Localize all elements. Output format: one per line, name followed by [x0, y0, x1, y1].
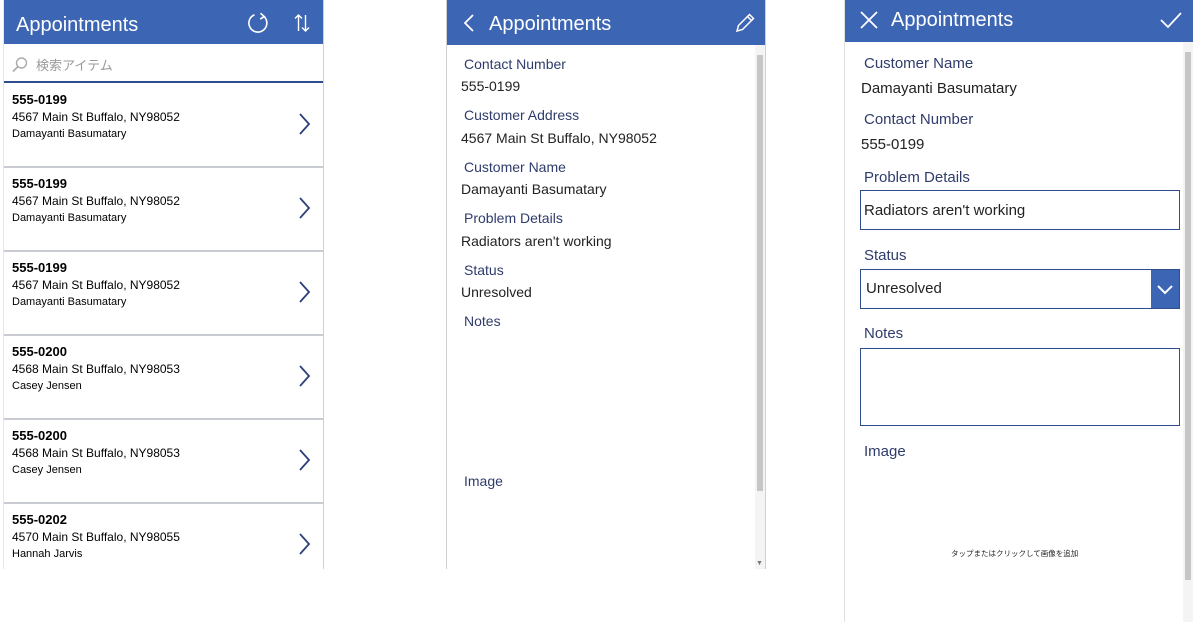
add-image-hint[interactable]: タップまたはクリックして画像を追加	[951, 548, 1078, 559]
edit-title: Appointments	[891, 9, 1014, 31]
chevron-right-icon[interactable]	[297, 112, 311, 136]
chevron-right-icon[interactable]	[297, 196, 311, 220]
chevron-down-icon	[1157, 285, 1173, 295]
notes-input[interactable]	[861, 349, 1179, 425]
chevron-right-icon[interactable]	[297, 448, 311, 472]
edit-status-label: Status	[864, 247, 907, 264]
customer-name-label: Customer Name	[464, 159, 566, 175]
detail-header: Appointments	[447, 0, 765, 45]
contact-number-value: 555-0199	[461, 78, 521, 94]
problem-details-field	[860, 190, 1180, 230]
browse-title: Appointments	[16, 14, 139, 36]
problem-details-label: Problem Details	[464, 210, 563, 226]
list-item[interactable]: 555-0199 4567 Main St Buffalo, NY98052 Dam…	[4, 168, 323, 252]
contact-number-label: Contact Number	[464, 56, 566, 72]
notes-field	[860, 348, 1180, 426]
item-customer-name: Casey Jensen	[12, 464, 82, 476]
customer-name-value: Damayanti Basumatary	[461, 181, 607, 197]
edit-scrollbar[interactable]	[1183, 42, 1193, 622]
detail-scrollbar[interactable]: ▼	[755, 45, 765, 569]
search-input[interactable]	[36, 55, 316, 77]
problem-details-value: Radiators aren't working	[461, 233, 612, 249]
list-item[interactable]: 555-0199 4567 Main St Buffalo, NY98052 Dam…	[4, 252, 323, 336]
status-dropdown-button[interactable]	[1151, 270, 1179, 308]
item-address: 4567 Main St Buffalo, NY98052	[12, 278, 180, 292]
status-value: Unresolved	[461, 284, 532, 300]
edit-screen: Appointments Customer Name Damayanti Bas…	[844, 0, 1193, 622]
item-phone: 555-0200	[12, 344, 67, 359]
item-customer-name: Casey Jensen	[12, 380, 82, 392]
list-item[interactable]: 555-0202 4570 Main St Buffalo, NY98055 Han…	[4, 504, 323, 569]
list-item[interactable]: 555-0200 4568 Main St Buffalo, NY98053 Cas…	[4, 420, 323, 504]
scroll-down-arrow[interactable]: ▼	[756, 560, 763, 568]
edit-header: Appointments	[845, 0, 1193, 42]
browse-header: Appointments	[4, 0, 323, 44]
status-dropdown[interactable]: Unresolved	[860, 269, 1180, 309]
item-address: 4570 Main St Buffalo, NY98055	[12, 530, 180, 544]
refresh-icon[interactable]	[246, 11, 270, 35]
chevron-right-icon[interactable]	[297, 280, 311, 304]
sort-icon[interactable]	[294, 13, 310, 33]
edit-customer-name-value: Damayanti Basumatary	[861, 80, 1017, 97]
edit-contact-number-value: 555-0199	[861, 136, 925, 153]
scrollbar-thumb[interactable]	[757, 55, 763, 491]
problem-details-input[interactable]	[861, 191, 1179, 229]
status-label: Status	[464, 262, 504, 278]
detail-title: Appointments	[489, 13, 612, 35]
edit-problem-details-label: Problem Details	[864, 169, 970, 186]
image-label: Image	[464, 473, 503, 489]
search-bar	[4, 50, 323, 83]
item-customer-name: Damayanti Basumatary	[12, 212, 127, 224]
notes-label: Notes	[464, 313, 501, 329]
item-address: 4568 Main St Buffalo, NY98053	[12, 446, 180, 460]
item-customer-name: Damayanti Basumatary	[12, 296, 127, 308]
item-address: 4567 Main St Buffalo, NY98052	[12, 110, 180, 124]
back-icon[interactable]	[462, 13, 476, 33]
item-address: 4568 Main St Buffalo, NY98053	[12, 362, 180, 376]
customer-address-value: 4567 Main St Buffalo, NY98052	[461, 130, 657, 146]
item-phone: 555-0199	[12, 260, 67, 275]
status-dropdown-value: Unresolved	[866, 280, 942, 297]
item-customer-name: Damayanti Basumatary	[12, 128, 127, 140]
browse-screen: Appointments 555-0199 4567 Main St Buffal…	[3, 0, 324, 569]
appointment-list: 555-0199 4567 Main St Buffalo, NY98052 Dam…	[4, 84, 323, 569]
list-item[interactable]: 555-0200 4568 Main St Buffalo, NY98053 Cas…	[4, 336, 323, 420]
item-phone: 555-0202	[12, 512, 67, 527]
edit-notes-label: Notes	[864, 325, 904, 342]
chevron-right-icon[interactable]	[297, 364, 311, 388]
item-address: 4567 Main St Buffalo, NY98052	[12, 194, 180, 208]
edit-image-label: Image	[864, 443, 906, 460]
edit-customer-name-label: Customer Name	[864, 55, 974, 72]
edit-contact-number-label: Contact Number	[864, 111, 974, 128]
checkmark-icon[interactable]	[1159, 10, 1183, 30]
item-phone: 555-0200	[12, 428, 67, 443]
item-phone: 555-0199	[12, 92, 67, 107]
chevron-right-icon[interactable]	[297, 532, 311, 556]
item-phone: 555-0199	[12, 176, 67, 191]
item-customer-name: Hannah Jarvis	[12, 548, 83, 560]
search-icon	[12, 57, 28, 73]
customer-address-label: Customer Address	[464, 107, 580, 123]
edit-scrollbar-thumb[interactable]	[1185, 52, 1191, 580]
list-item[interactable]: 555-0199 4567 Main St Buffalo, NY98052 Dam…	[4, 84, 323, 168]
close-icon[interactable]	[859, 10, 879, 30]
pencil-icon[interactable]	[734, 12, 756, 34]
detail-screen: Appointments Contact Number 555-0199 Cus…	[446, 0, 766, 569]
